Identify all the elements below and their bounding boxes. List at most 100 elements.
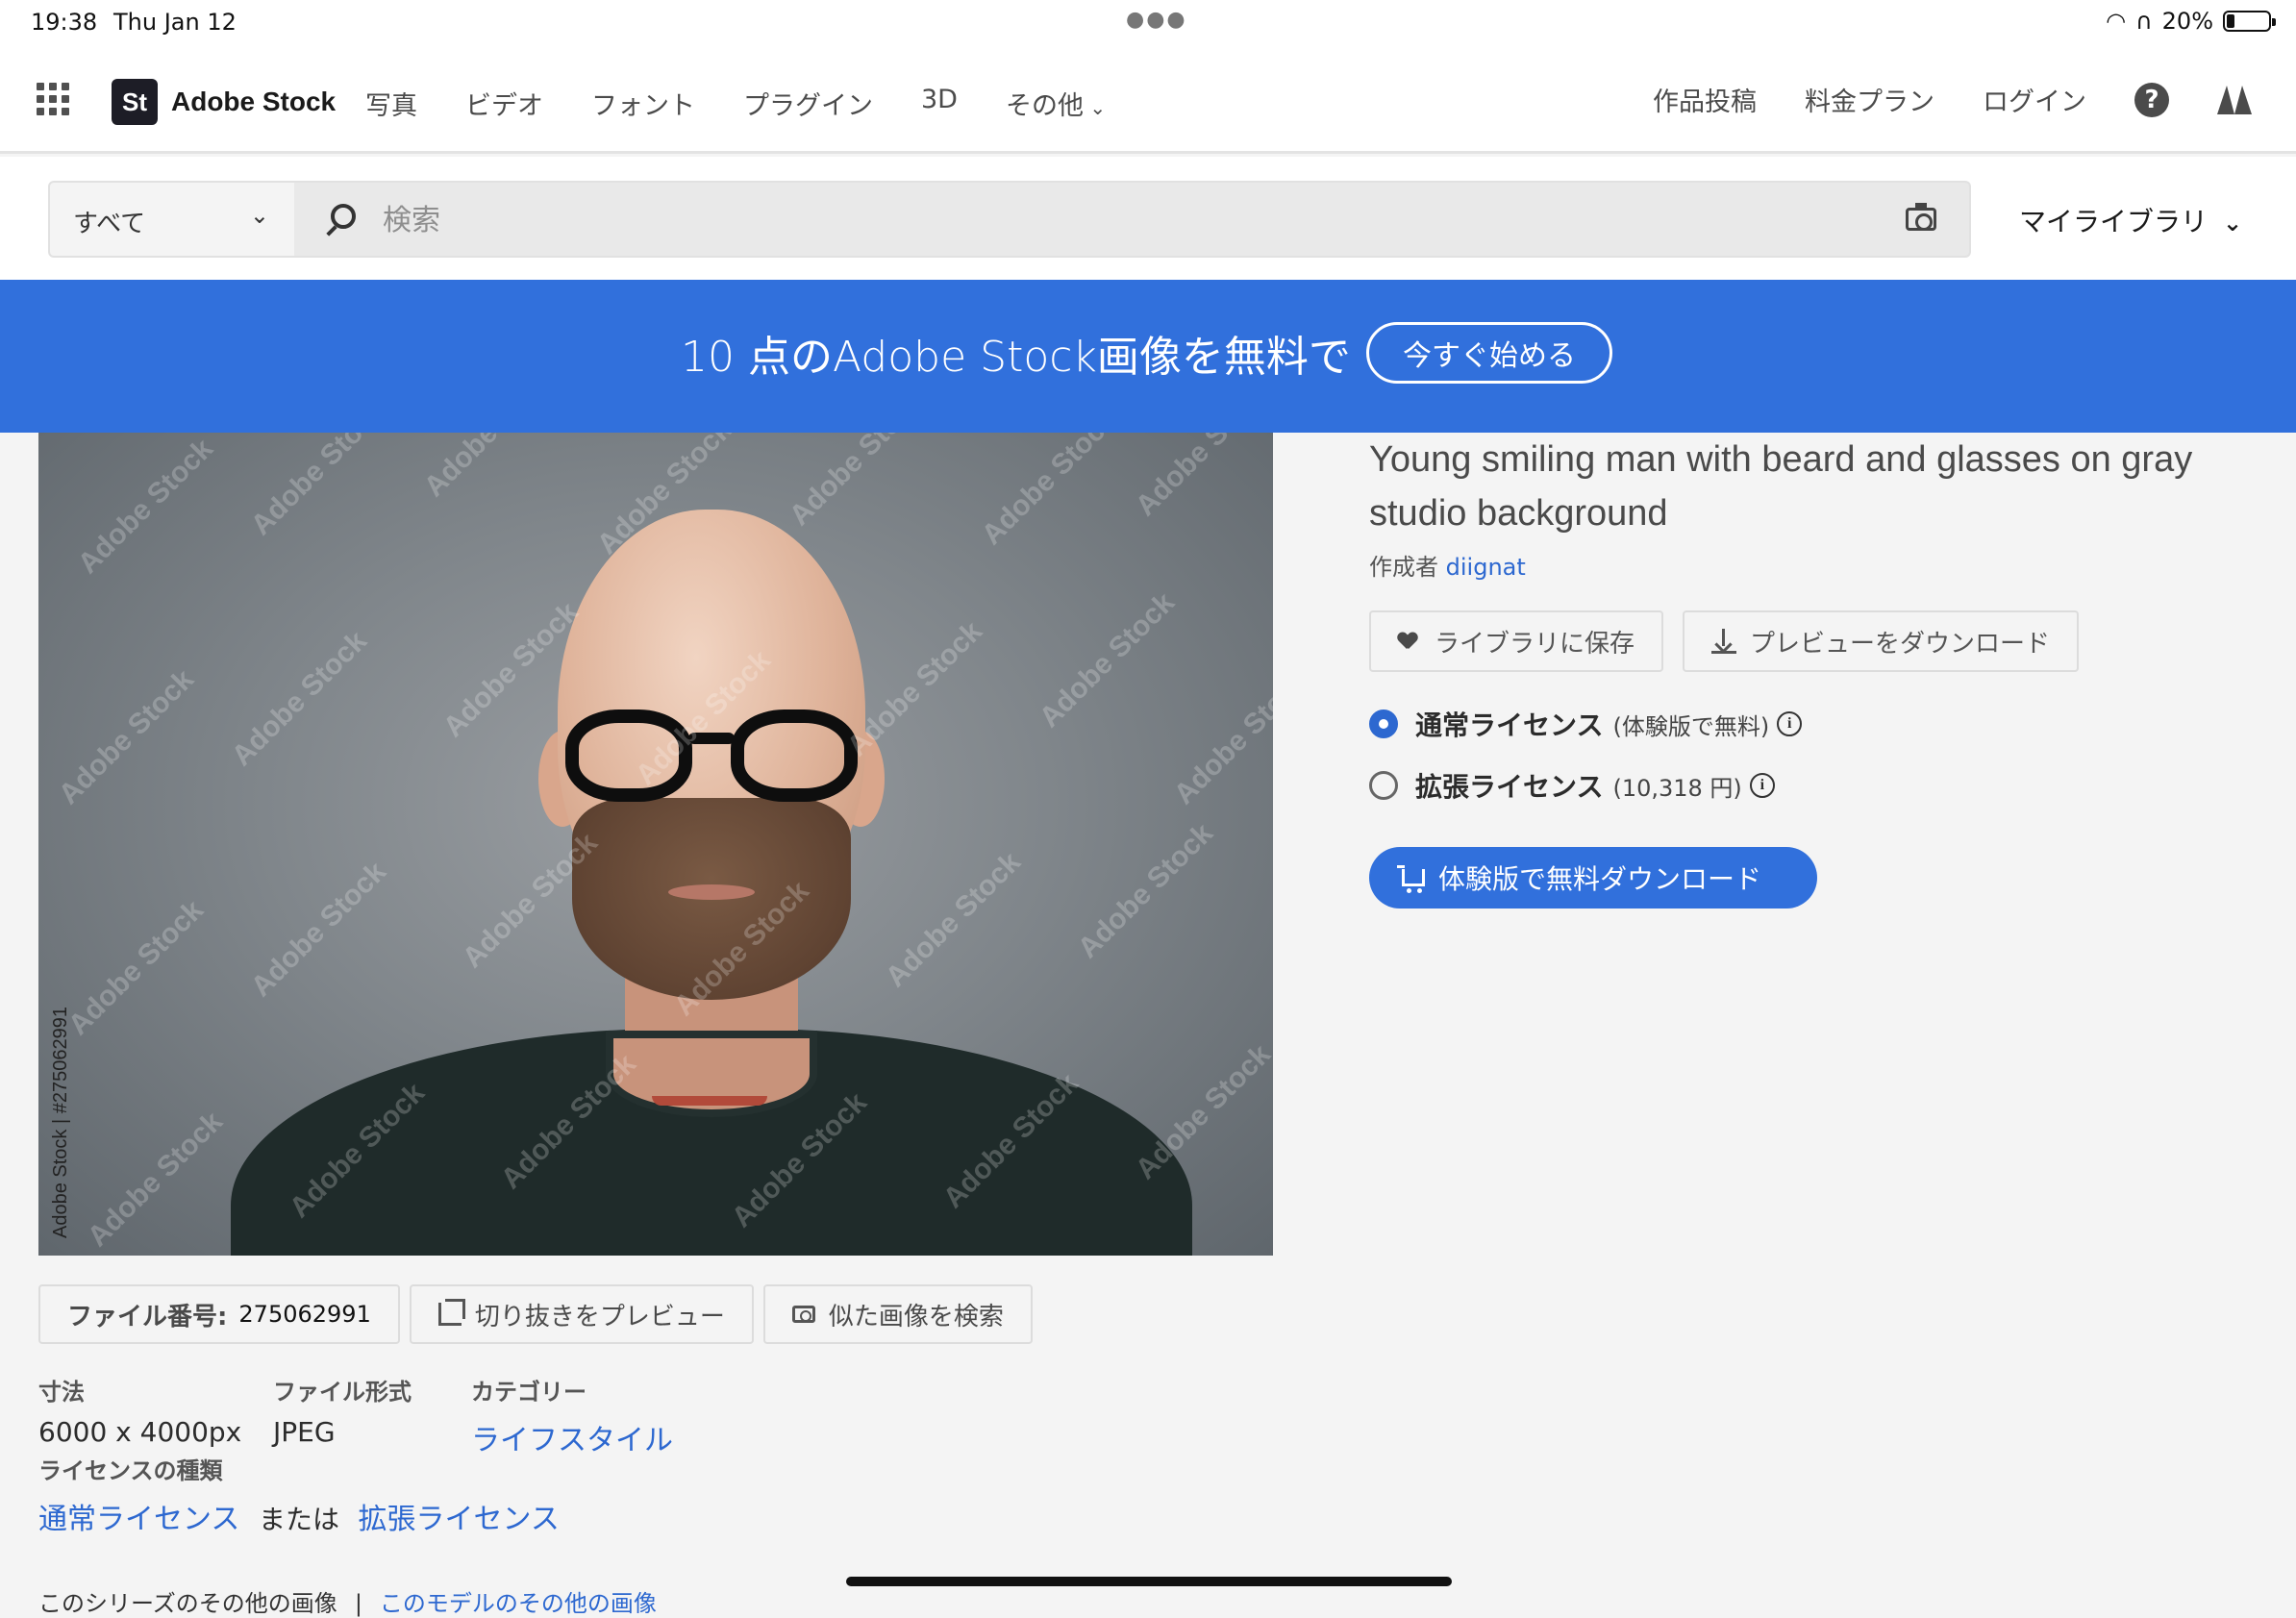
nav-login[interactable]: ログイン bbox=[1983, 81, 2086, 118]
top-navbar: St Adobe Stock 写真 ビデオ フォント プラグイン 3D その他 … bbox=[0, 44, 2296, 154]
chevron-down-icon: ⌄ bbox=[249, 202, 269, 229]
brand-name: Adobe Stock bbox=[171, 87, 337, 116]
nav-videos[interactable]: ビデオ bbox=[465, 85, 543, 122]
asset-title: Young smiling man with beard and glasses… bbox=[1369, 439, 2193, 534]
app-switcher-icon[interactable] bbox=[37, 83, 69, 115]
search-box bbox=[294, 181, 1971, 258]
adobe-logo-icon[interactable] bbox=[2217, 85, 2252, 114]
license-radio-standard[interactable] bbox=[1369, 709, 1398, 738]
author-line: 作成者 diignat bbox=[1369, 548, 2234, 582]
battery-percent: 20% bbox=[2161, 8, 2213, 35]
watermark-text: Adobe Stock bbox=[783, 433, 931, 533]
my-library-dropdown[interactable]: マイライブラリ ⌄ bbox=[2019, 201, 2242, 239]
file-actions: ファイル番号: 275062991 切り抜きをプレビュー 似た画像を検索 bbox=[38, 1284, 1033, 1344]
crop-preview-label: 切り抜きをプレビュー bbox=[474, 1302, 725, 1332]
wifi-icon: ◠ bbox=[2106, 8, 2127, 35]
brand-link[interactable]: St Adobe Stock bbox=[112, 79, 336, 125]
related-separator: | bbox=[354, 1590, 362, 1617]
chevron-down-icon: ⌄ bbox=[2223, 210, 2243, 236]
asset-preview-image[interactable]: Adobe Stock Adobe Stock Adobe Stock Adobe S… bbox=[38, 433, 1273, 1256]
visual-search-camera-icon[interactable] bbox=[1906, 203, 1936, 231]
more-with-model-link[interactable]: このモデルのその他の画像 bbox=[380, 1590, 657, 1617]
multitasking-dots-icon[interactable]: ●●● bbox=[1126, 8, 1187, 32]
crop-preview-button[interactable]: 切り抜きをプレビュー bbox=[409, 1284, 754, 1344]
watermark-text: Adobe Stock bbox=[1167, 663, 1273, 811]
nav-fonts[interactable]: フォント bbox=[591, 85, 695, 122]
promo-banner: 10 点のAdobe Stock画像を無料で 今すぐ始める bbox=[0, 280, 2296, 433]
cart-icon bbox=[1397, 865, 1425, 893]
format-block: ファイル形式 JPEG bbox=[273, 1373, 412, 1448]
watermark-text: Adobe Stock bbox=[1129, 1038, 1273, 1186]
help-icon[interactable]: ? bbox=[2134, 82, 2169, 117]
search-bar: すべて ⌄ マイライブラリ ⌄ bbox=[0, 157, 2296, 280]
format-value: JPEG bbox=[273, 1416, 336, 1448]
nav-plugins[interactable]: プラグイン bbox=[743, 85, 873, 122]
status-date: Thu Jan 12 bbox=[113, 9, 237, 36]
main-nav: 写真 ビデオ フォント プラグイン 3D その他 bbox=[365, 85, 1106, 122]
adobe-stock-logo: St bbox=[112, 79, 158, 125]
license-type-block: ライセンスの種類 通常ライセンス または 拡張ライセンス bbox=[38, 1452, 560, 1537]
start-now-button[interactable]: 今すぐ始める bbox=[1366, 322, 1612, 384]
watermark-text: Adobe Stock bbox=[879, 846, 1027, 994]
battery-icon bbox=[2223, 11, 2276, 32]
nav-pricing[interactable]: 料金プラン bbox=[1805, 81, 1934, 118]
watermark-text: Adobe Stock bbox=[244, 856, 392, 1004]
heart-icon bbox=[1398, 633, 1417, 650]
dimensions-label: 寸法 bbox=[38, 1379, 85, 1406]
more-in-series-link[interactable]: このシリーズのその他の画像 bbox=[38, 1590, 337, 1617]
license-option-detail: (体験版で無料) bbox=[1612, 712, 1770, 740]
file-number-value: 275062991 bbox=[238, 1301, 371, 1328]
license-option-extended[interactable]: 拡張ライセンス (10,318 円) i bbox=[1369, 766, 2234, 805]
related-links: このシリーズのその他の画像 | このモデルのその他の画像 bbox=[38, 1584, 657, 1618]
download-preview-button[interactable]: プレビューをダウンロード bbox=[1683, 610, 2080, 672]
nav-photos[interactable]: 写真 bbox=[365, 85, 417, 122]
camera-icon bbox=[791, 1306, 815, 1323]
watermark-text: Adobe Stock bbox=[244, 433, 392, 542]
promo-text: 10 点のAdobe Stock画像を無料で bbox=[681, 333, 1351, 382]
info-icon[interactable]: i bbox=[1749, 773, 1775, 798]
photo-subject-mouth bbox=[668, 884, 755, 900]
asset-actions: ライブラリに保存 プレビューをダウンロード bbox=[1369, 610, 2234, 672]
watermark-text: Adobe Stock bbox=[225, 625, 373, 773]
save-to-library-button[interactable]: ライブラリに保存 bbox=[1369, 610, 1664, 672]
trial-download-button[interactable]: 体験版で無料ダウンロード bbox=[1369, 847, 1817, 909]
search-scope-label: すべて bbox=[73, 210, 146, 238]
headphones-icon: ∩ bbox=[2135, 8, 2153, 35]
license-type-label: ライセンスの種類 bbox=[38, 1457, 223, 1484]
status-icons: ◠ ∩ 20% bbox=[2106, 8, 2276, 35]
extended-license-link[interactable]: 拡張ライセンス bbox=[359, 1503, 560, 1536]
search-icon[interactable] bbox=[331, 204, 356, 229]
watermark-text: Adobe Stock bbox=[1129, 433, 1273, 523]
watermark-text: Adobe Stock bbox=[71, 433, 219, 581]
category-block: カテゴリー ライフスタイル bbox=[471, 1373, 673, 1458]
license-option-detail: (10,318 円) bbox=[1612, 774, 1742, 802]
file-number-box: ファイル番号: 275062991 bbox=[38, 1284, 400, 1344]
status-time: 19:38 bbox=[31, 9, 98, 36]
license-option-label: 拡張ライセンス bbox=[1415, 771, 1604, 803]
my-library-label: マイライブラリ bbox=[2019, 206, 2209, 237]
dimensions-value: 6000 x 4000px bbox=[38, 1416, 242, 1448]
download-icon bbox=[1711, 629, 1737, 654]
watermark-text: Adobe Stock bbox=[418, 433, 566, 504]
watermark-text: Adobe Stock bbox=[81, 1106, 229, 1254]
dimensions-block: 寸法 6000 x 4000px bbox=[38, 1373, 241, 1448]
standard-license-link[interactable]: 通常ライセンス bbox=[38, 1503, 239, 1536]
info-icon[interactable]: i bbox=[1777, 711, 1803, 736]
status-bar: 19:38 Thu Jan 12 ●●● ◠ ∩ 20% bbox=[0, 0, 2296, 44]
find-similar-button[interactable]: 似た画像を検索 bbox=[762, 1284, 1033, 1344]
nav-3d[interactable]: 3D bbox=[921, 85, 958, 122]
nav-more-dropdown[interactable]: その他 bbox=[1006, 85, 1106, 122]
author-link[interactable]: diignat bbox=[1446, 554, 1526, 581]
search-scope-dropdown[interactable]: すべて ⌄ bbox=[48, 181, 296, 258]
license-option-standard[interactable]: 通常ライセンス (体験版で無料) i bbox=[1369, 705, 2234, 743]
license-radio-extended[interactable] bbox=[1369, 771, 1398, 800]
asset-info-panel: Young smiling man with beard and glasses… bbox=[1369, 433, 2234, 909]
nav-contribute[interactable]: 作品投稿 bbox=[1653, 81, 1757, 118]
author-prefix: 作成者 bbox=[1369, 554, 1438, 581]
account-nav: 作品投稿 料金プラン ログイン ? bbox=[1653, 81, 2252, 118]
watermark-text: Adobe Stock bbox=[975, 433, 1123, 552]
search-input[interactable] bbox=[383, 200, 1825, 240]
find-similar-label: 似た画像を検索 bbox=[828, 1302, 1004, 1332]
home-indicator[interactable] bbox=[846, 1577, 1452, 1586]
file-number-label: ファイル番号: bbox=[67, 1302, 228, 1332]
